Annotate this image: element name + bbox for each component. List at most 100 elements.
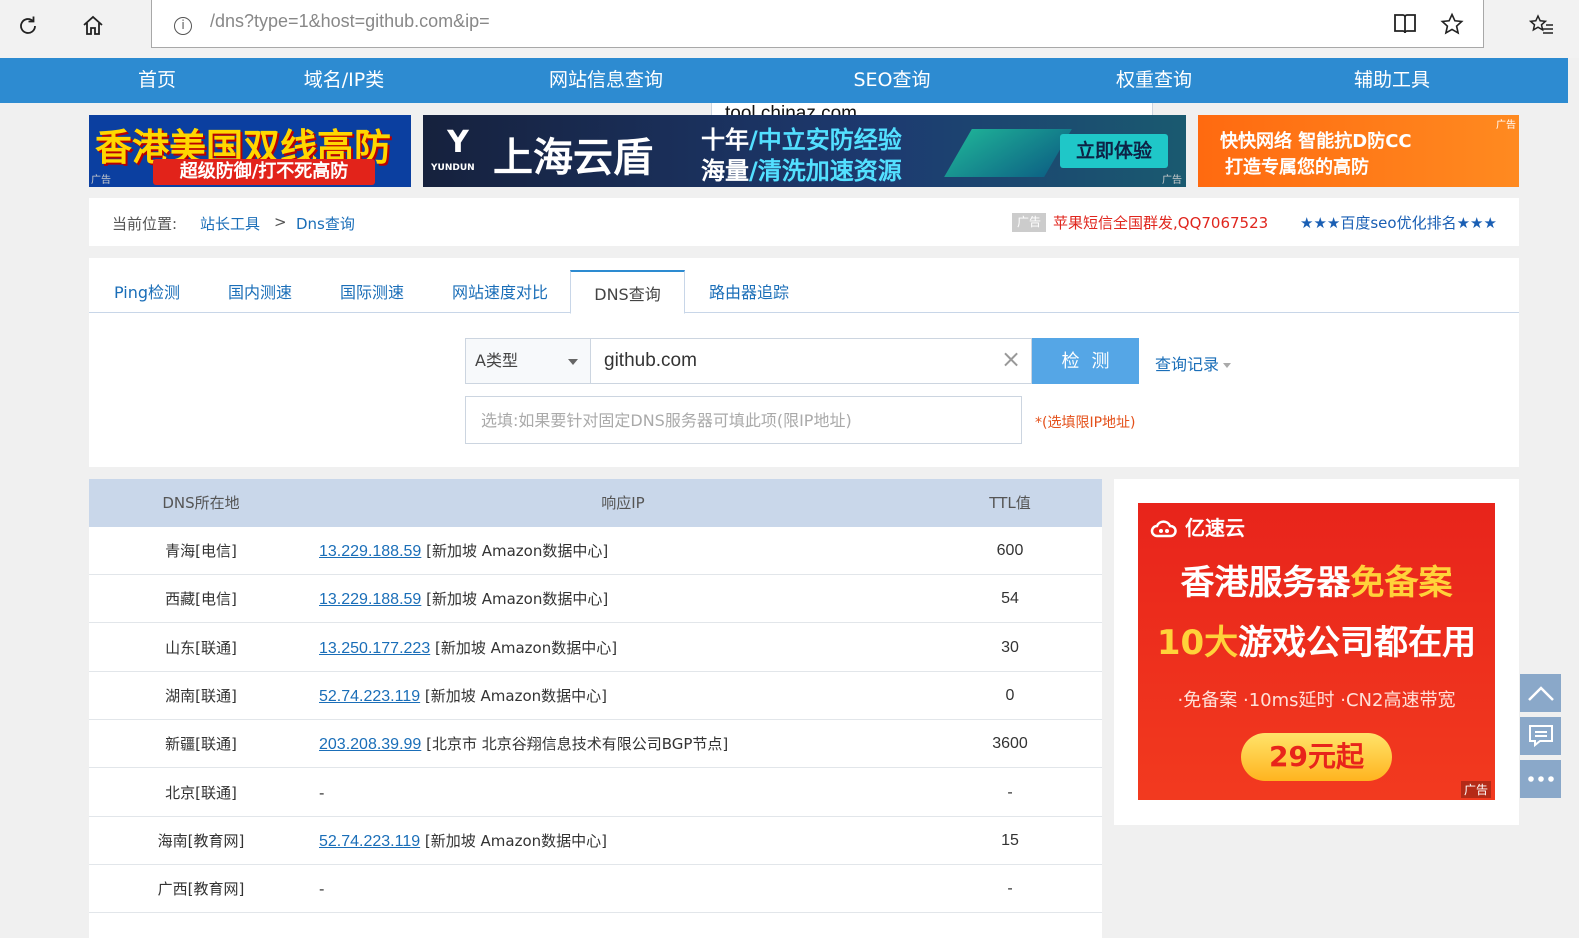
query-history-dropdown[interactable]: 查询记录: [1155, 351, 1232, 375]
nav-item-tools[interactable]: 辅助工具: [1354, 58, 1430, 103]
cell-location: 广西[教育网]: [157, 880, 245, 899]
ip-location: [新加坡 Amazon数据中心]: [426, 590, 609, 609]
clear-icon[interactable]: ×: [999, 347, 1023, 372]
tab-dns-query[interactable]: DNS查询: [570, 270, 685, 314]
breadcrumb-link-tools[interactable]: 站长工具: [200, 213, 260, 234]
ip-link[interactable]: 13.229.188.59: [319, 591, 421, 608]
cell-ttl: 54: [1001, 590, 1019, 608]
ad-cta-button[interactable]: 立即体验: [1060, 134, 1168, 168]
ip-link[interactable]: 52.74.223.119: [319, 833, 420, 850]
table-row: 北京[联通] - -: [89, 769, 1102, 817]
ad-text-link-sms[interactable]: 苹果短信全国群发,QQ7067523: [1053, 212, 1268, 233]
table-row: 青海[电信] 13.229.188.59 [新加坡 Amazon数据中心] 600: [89, 527, 1102, 575]
nav-item-domain-ip[interactable]: 域名/IP类: [304, 58, 384, 103]
cell-location: 北京[联通]: [165, 783, 237, 802]
cell-location: 湖南[联通]: [165, 686, 237, 705]
address-bar[interactable]: i tool.chinaz.com/dns?type=1&host=github…: [151, 0, 1484, 137]
host-input[interactable]: [590, 338, 1032, 384]
back-to-top-icon[interactable]: [1520, 674, 1561, 712]
nav-item-home[interactable]: 首页: [138, 58, 176, 103]
ip-hint: *(选填限IP地址): [1035, 415, 1136, 431]
cell-response-ip: -: [319, 865, 324, 913]
cell-ttl: 600: [996, 542, 1024, 559]
cell-ttl: -: [1007, 880, 1013, 898]
check-button[interactable]: 检测: [1032, 338, 1139, 384]
chevron-down-icon: [568, 359, 578, 365]
dns-server-ip-input[interactable]: [465, 396, 1022, 444]
ad-banner-hk-us[interactable]: 香港美国双线高防 超级防御/打不死高防 广告: [89, 115, 411, 187]
ad-text-link-seo[interactable]: ★★★百度seo优化排名★★★: [1300, 212, 1497, 233]
record-type-value: A类型: [475, 351, 518, 370]
ad-line-1: 快快网络 智能抗D防CC: [1220, 131, 1412, 152]
cell-ttl: 15: [1001, 831, 1019, 849]
ad-logo: 亿速云: [1150, 512, 1245, 541]
breadcrumb-link-dns[interactable]: Dns查询: [296, 213, 355, 234]
record-type-select[interactable]: A类型: [465, 338, 591, 384]
cell-response-ip: -: [319, 769, 324, 817]
cell-response-ip: 52.74.223.119 [新加坡 Amazon数据中心]: [319, 672, 607, 721]
ip-link[interactable]: 13.250.177.223: [319, 640, 430, 657]
ip-location: [北京市 北京谷翔信息技术有限公司BGP节点]: [426, 735, 729, 754]
cell-location: 青海[电信]: [165, 542, 237, 560]
tab-speed-compare[interactable]: 网站速度对比: [452, 270, 548, 313]
breadcrumb-label: 当前位置:: [112, 215, 178, 233]
col-header-ip: 响应IP: [601, 494, 645, 512]
ad-banner-yisu[interactable]: 亿速云 香港服务器免备案 10大游戏公司都在用 ·免备案 ·10ms延时 ·CN…: [1138, 503, 1495, 800]
breadcrumb: 当前位置: 站长工具 > Dns查询 广告 苹果短信全国群发,QQ7067523…: [89, 198, 1519, 246]
ad-subline: 超级防御/打不死高防: [153, 159, 375, 185]
breadcrumb-separator: >: [274, 213, 287, 231]
table-header: DNS所在地 响应IP TTL值: [89, 479, 1102, 527]
ip-location: -: [319, 880, 325, 899]
cell-ttl: 30: [1001, 638, 1019, 656]
table-row: 海南[教育网] 52.74.223.119 [新加坡 Amazon数据中心] 15: [89, 817, 1102, 865]
nav-item-site-info[interactable]: 网站信息查询: [549, 58, 663, 103]
cell-location: 新疆[联通]: [165, 735, 237, 754]
table-row: 湖南[联通] 52.74.223.119 [新加坡 Amazon数据中心] 0: [89, 672, 1102, 720]
dns-tool-panel: Ping检测 国内测速 国际测速 网站速度对比 DNS查询 路由器追踪 A类型 …: [89, 258, 1519, 467]
home-icon[interactable]: [75, 8, 111, 44]
ip-link[interactable]: 13.229.188.59: [319, 543, 421, 560]
cell-location: 西藏[电信]: [165, 590, 237, 609]
reading-view-icon[interactable]: [1391, 10, 1419, 38]
table-row: 西藏[电信] 13.229.188.59 [新加坡 Amazon数据中心] 54: [89, 575, 1102, 624]
favorite-star-icon[interactable]: [1438, 10, 1466, 38]
ad-logo-text: YUNDUN: [431, 163, 475, 173]
ip-location: [新加坡 Amazon数据中心]: [424, 686, 608, 705]
favorites-list-icon[interactable]: [1524, 8, 1560, 44]
cell-location: 山东[联通]: [165, 638, 237, 657]
ad-price-button[interactable]: 29元起: [1241, 733, 1392, 781]
cell-response-ip: 203.208.39.99 [北京市 北京谷翔信息技术有限公司BGP节点]: [319, 720, 728, 769]
ip-location: [新加坡 Amazon数据中心]: [424, 831, 608, 850]
ad-graphic: [944, 129, 1072, 177]
browser-toolbar: i tool.chinaz.com/dns?type=1&host=github…: [0, 0, 1579, 137]
tab-traceroute[interactable]: 路由器追踪: [709, 270, 789, 313]
refresh-icon[interactable]: [10, 8, 46, 44]
query-history-label: 查询记录: [1155, 355, 1220, 374]
info-icon[interactable]: i: [174, 17, 192, 35]
nav-item-weight[interactable]: 权重查询: [1116, 58, 1192, 103]
table-row: 山东[联通] 13.250.177.223 [新加坡 Amazon数据中心] 30: [89, 624, 1102, 672]
tab-domestic-speed[interactable]: 国内测速: [228, 270, 292, 313]
ip-location: [新加坡 Amazon数据中心]: [435, 638, 618, 657]
tab-ping[interactable]: Ping检测: [114, 270, 180, 313]
ad-banner-yundun[interactable]: Y YUNDUN 上海云盾 十年/中立安防经验 海量/清洗加速资源 立即体验 广…: [423, 115, 1186, 187]
sidebar: 亿速云 香港服务器免备案 10大游戏公司都在用 ·免备案 ·10ms延时 ·CN…: [1114, 479, 1519, 825]
ip-link[interactable]: 203.208.39.99: [319, 736, 421, 753]
url-text[interactable]: tool.chinaz.com/dns?type=1&host=github.c…: [210, 11, 1153, 137]
ad-tag: 广告: [1162, 175, 1182, 186]
cell-ttl: 3600: [992, 735, 1028, 753]
nav-item-seo[interactable]: SEO查询: [853, 58, 930, 103]
ad-line-2: 海量/清洗加速资源: [701, 157, 902, 185]
ad-tag: 广告: [1012, 213, 1046, 232]
cloud-icon: [1150, 520, 1177, 538]
cell-response-ip: 13.229.188.59 [新加坡 Amazon数据中心]: [319, 575, 608, 624]
ad-line-1: 十年/中立安防经验: [701, 126, 902, 154]
ad-headline: 香港服务器免备案: [1180, 563, 1453, 603]
ad-tag: 广告: [91, 175, 111, 186]
feedback-icon[interactable]: [1520, 717, 1561, 755]
ip-link[interactable]: 52.74.223.119: [319, 688, 420, 705]
cell-ttl: 0: [1005, 686, 1015, 704]
ad-banner-kuaikuai[interactable]: 快快网络 智能抗D防CC 打造专属您的高防 广告: [1198, 115, 1519, 187]
tab-intl-speed[interactable]: 国际测速: [340, 270, 404, 313]
more-icon[interactable]: [1520, 760, 1561, 798]
